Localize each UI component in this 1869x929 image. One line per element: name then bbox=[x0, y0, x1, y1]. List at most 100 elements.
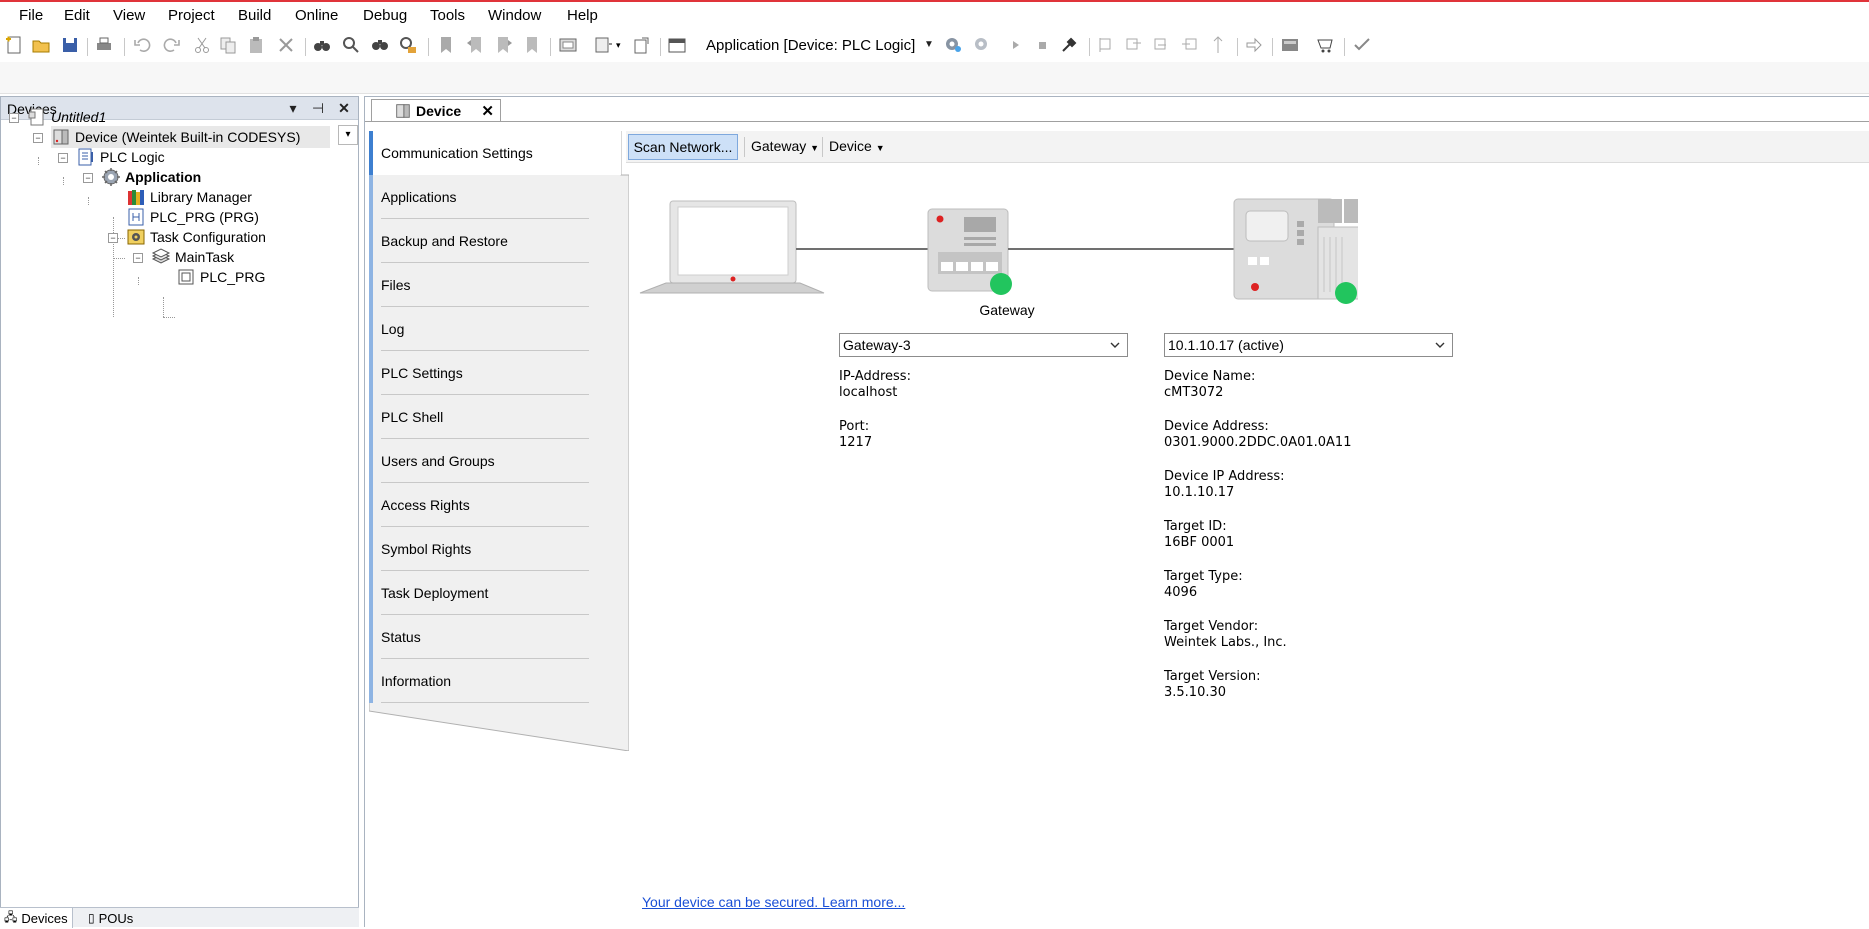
menu-edit[interactable]: Edit bbox=[64, 7, 90, 24]
tab-applications[interactable]: Applications bbox=[369, 175, 589, 219]
stop-icon[interactable] bbox=[1033, 35, 1053, 55]
find-icon[interactable] bbox=[312, 35, 332, 55]
cut-icon[interactable] bbox=[192, 35, 212, 55]
secure-device-link[interactable]: Your device can be secured. Learn more..… bbox=[642, 894, 905, 910]
find-replace-icon[interactable] bbox=[341, 35, 361, 55]
tree-item-library-manager[interactable]: Library Manager bbox=[126, 186, 252, 208]
tree-item-task-configuration[interactable]: Task Configuration bbox=[126, 226, 266, 248]
close-icon[interactable]: ✕ bbox=[335, 99, 353, 117]
tab-plc-shell[interactable]: PLC Shell bbox=[369, 395, 589, 439]
tab-devices[interactable]: 🖧 Devices bbox=[0, 908, 73, 928]
write-values-icon[interactable] bbox=[1280, 35, 1300, 55]
tree-collapse-toggle[interactable]: − bbox=[58, 153, 68, 163]
device-menu-button[interactable]: Device ▼ bbox=[829, 138, 885, 154]
tree-item-device[interactable]: Device (Weintek Built-in CODESYS) bbox=[51, 126, 331, 148]
paste-icon[interactable] bbox=[246, 35, 266, 55]
new-file-icon[interactable] bbox=[4, 35, 24, 55]
menu-debug[interactable]: Debug bbox=[363, 7, 407, 24]
logout-icon[interactable] bbox=[972, 35, 992, 55]
menu-project[interactable]: Project bbox=[168, 7, 215, 24]
step-out-icon[interactable] bbox=[1180, 35, 1200, 55]
active-application-dropdown-icon[interactable]: ▼ bbox=[924, 39, 934, 50]
tree-item-plc-prg[interactable]: PLC_PRG (PRG) bbox=[126, 206, 259, 228]
gateway-select[interactable]: Gateway-3 bbox=[839, 333, 1128, 357]
tab-symbol-rights[interactable]: Symbol Rights bbox=[369, 527, 589, 571]
pin-icon[interactable]: ⊣ bbox=[309, 99, 327, 117]
tab-log[interactable]: Log bbox=[369, 307, 589, 351]
force-values-icon[interactable] bbox=[1316, 35, 1336, 55]
plc-logic-icon bbox=[78, 148, 93, 166]
delete-icon[interactable] bbox=[276, 35, 296, 55]
breakpoint-icon[interactable] bbox=[1096, 35, 1116, 55]
active-application-label[interactable]: Application [Device: PLC Logic] bbox=[706, 37, 915, 54]
add-object-icon[interactable] bbox=[594, 35, 614, 55]
close-tab-icon[interactable]: ✕ bbox=[481, 102, 494, 120]
toolbar-separator bbox=[305, 38, 306, 56]
menu-online[interactable]: Online bbox=[295, 7, 338, 24]
tree-menu-dropdown-icon[interactable]: ▾ bbox=[338, 125, 358, 145]
redo-icon[interactable] bbox=[162, 35, 182, 55]
step-over-icon[interactable] bbox=[1124, 35, 1144, 55]
tree-item-application[interactable]: Application bbox=[101, 166, 201, 188]
bookmark-prev-icon[interactable] bbox=[465, 35, 485, 55]
tab-pous[interactable]: ▯ POUs bbox=[84, 908, 137, 928]
save-icon[interactable] bbox=[60, 35, 80, 55]
scan-network-button[interactable]: Scan Network... bbox=[628, 134, 738, 160]
tab-files[interactable]: Files bbox=[369, 263, 589, 307]
calendar-icon[interactable] bbox=[667, 35, 687, 55]
tab-information[interactable]: Information bbox=[369, 659, 589, 703]
undo-icon[interactable] bbox=[132, 35, 152, 55]
project-settings-icon[interactable] bbox=[558, 35, 578, 55]
menu-help[interactable]: Help bbox=[567, 7, 598, 24]
tree-connector bbox=[88, 197, 89, 205]
tab-communication-settings[interactable]: Communication Settings bbox=[369, 131, 621, 175]
tab-label: Files bbox=[381, 277, 411, 293]
unforce-icon[interactable] bbox=[1352, 35, 1372, 55]
tab-users-and-groups[interactable]: Users and Groups bbox=[369, 439, 589, 483]
add-object-dropdown-icon[interactable]: ▾ bbox=[616, 40, 621, 51]
run-to-cursor-icon[interactable] bbox=[1208, 35, 1228, 55]
bookmark-icon[interactable] bbox=[436, 35, 456, 55]
tab-accent-bar bbox=[369, 571, 373, 615]
bookmark-clear-icon[interactable] bbox=[522, 35, 542, 55]
tree-item-maintask[interactable]: MainTask bbox=[151, 246, 234, 268]
tab-backup-and-restore[interactable]: Backup and Restore bbox=[369, 219, 589, 263]
chevron-down-icon bbox=[1110, 342, 1120, 348]
copy-icon[interactable] bbox=[218, 35, 238, 55]
program-call-icon bbox=[178, 269, 194, 285]
device-select[interactable]: 10.1.10.17 (active) bbox=[1164, 333, 1453, 357]
tab-access-rights[interactable]: Access Rights bbox=[369, 483, 589, 527]
tab-plc-settings[interactable]: PLC Settings bbox=[369, 351, 589, 395]
menu-build[interactable]: Build bbox=[238, 7, 271, 24]
menu-view[interactable]: View bbox=[113, 7, 145, 24]
tree-item-untitled1[interactable]: Untitled1 bbox=[27, 106, 106, 128]
menu-file[interactable]: File bbox=[19, 7, 43, 24]
tree-item-plc-logic[interactable]: PLC Logic bbox=[76, 146, 165, 168]
tab-accent-bar bbox=[369, 263, 373, 307]
open-folder-icon[interactable] bbox=[31, 35, 51, 55]
panel-dropdown-icon[interactable]: ▾ bbox=[284, 99, 302, 117]
gateway-menu-button[interactable]: Gateway ▼ bbox=[751, 138, 819, 154]
start-icon[interactable] bbox=[1006, 35, 1026, 55]
tree-collapse-toggle[interactable]: − bbox=[108, 233, 118, 243]
find-in-project-icon[interactable] bbox=[370, 35, 390, 55]
reset-icon[interactable] bbox=[1059, 35, 1079, 55]
tab-label: Users and Groups bbox=[381, 453, 495, 469]
replace-icon[interactable] bbox=[398, 35, 418, 55]
bookmark-next-icon[interactable] bbox=[494, 35, 514, 55]
tab-device[interactable]: Device ✕ bbox=[371, 99, 501, 121]
tree-item-plc-prg-call[interactable]: PLC_PRG bbox=[176, 266, 265, 288]
tab-status[interactable]: Status bbox=[369, 615, 589, 659]
tab-task-deployment[interactable]: Task Deployment bbox=[369, 571, 589, 615]
tree-collapse-toggle[interactable]: − bbox=[33, 133, 43, 143]
menu-window[interactable]: Window bbox=[488, 7, 541, 24]
tree-collapse-toggle[interactable]: − bbox=[9, 113, 19, 123]
export-icon[interactable] bbox=[632, 35, 652, 55]
set-next-statement-icon[interactable] bbox=[1244, 35, 1264, 55]
login-icon[interactable] bbox=[943, 35, 963, 55]
tree-collapse-toggle[interactable]: − bbox=[133, 253, 143, 263]
tree-collapse-toggle[interactable]: − bbox=[83, 173, 93, 183]
print-icon[interactable] bbox=[94, 35, 114, 55]
step-into-icon[interactable] bbox=[1152, 35, 1172, 55]
menu-tools[interactable]: Tools bbox=[430, 7, 465, 24]
